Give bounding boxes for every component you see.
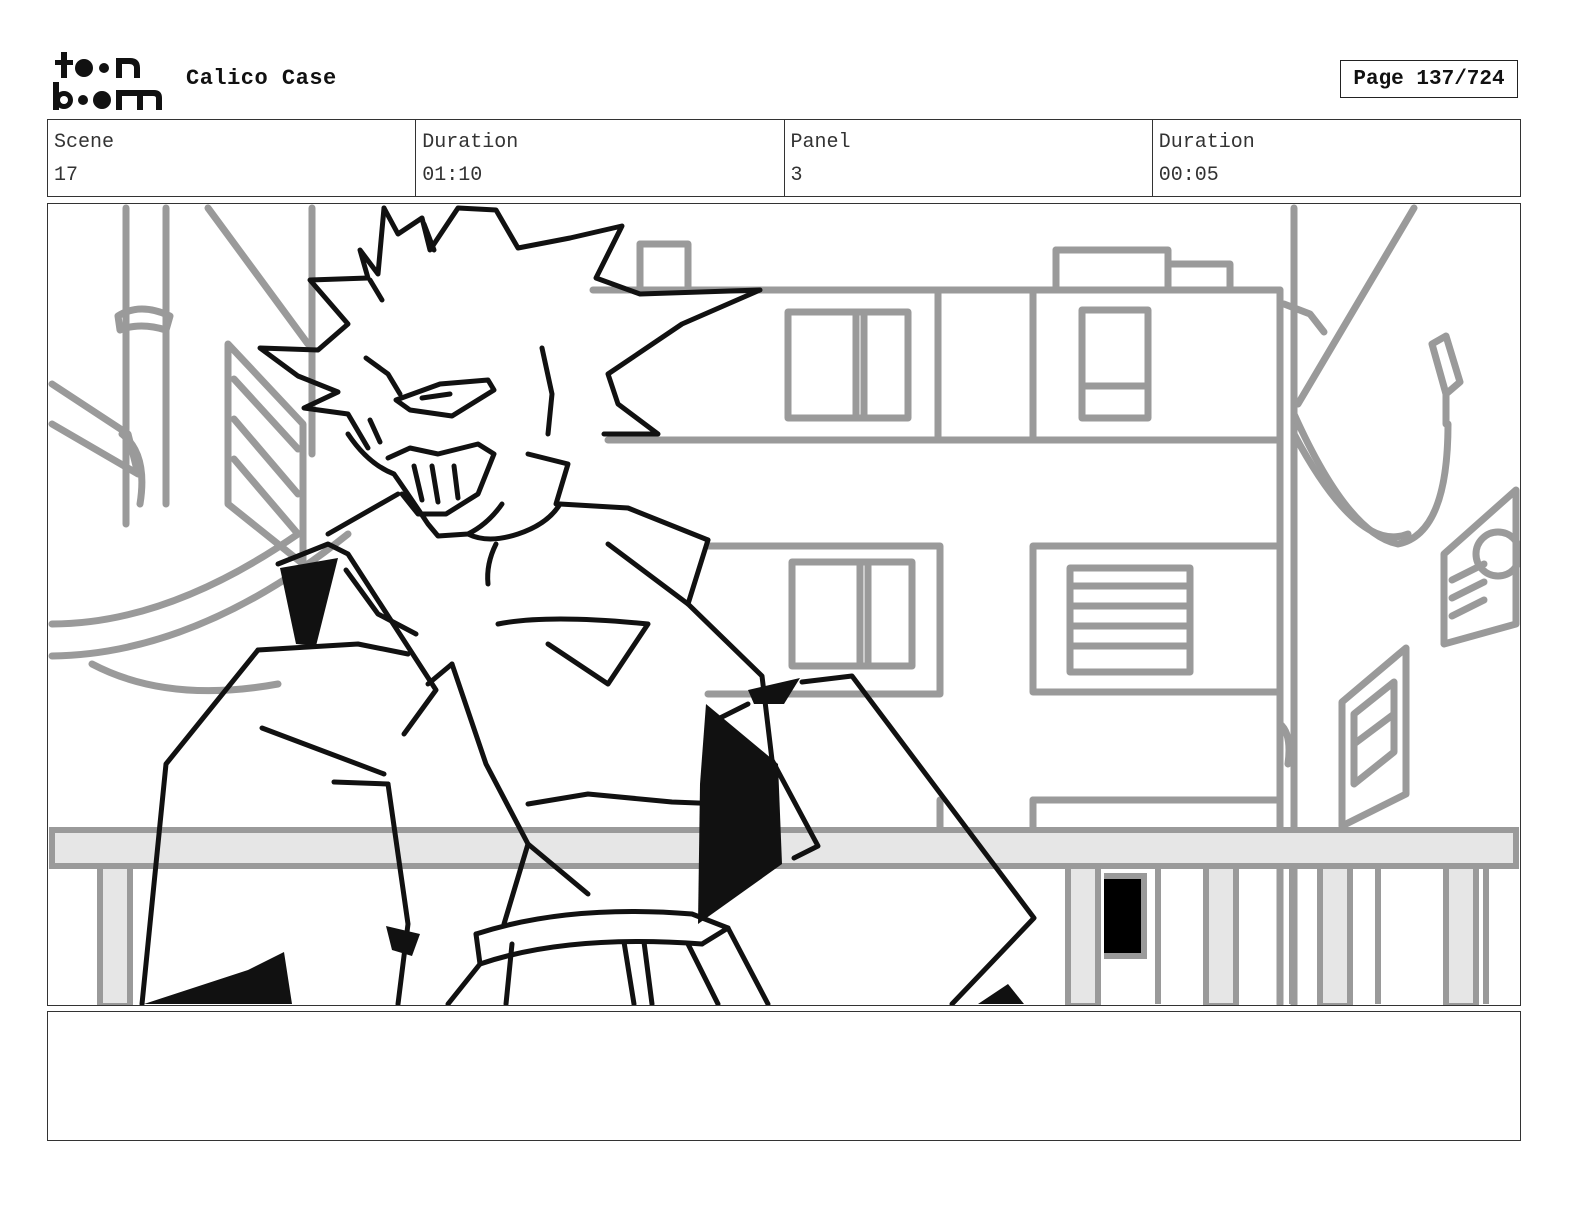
scene-value: 17 xyxy=(54,164,79,187)
storyboard-panel-image xyxy=(47,203,1521,1006)
scene-duration-value: 01:10 xyxy=(422,164,483,187)
scene-cell: Scene 17 xyxy=(48,120,417,196)
toonboom-logo xyxy=(50,50,166,112)
panel-value: 3 xyxy=(790,164,803,187)
character-sketch xyxy=(139,205,1037,1005)
scene-info-table: Scene 17 Duration 01:10 Panel 3 Duration… xyxy=(47,119,1521,197)
panel-cell: Panel 3 xyxy=(785,120,1153,196)
scene-duration-cell: Duration 01:10 xyxy=(416,120,785,196)
storyboard-sketch xyxy=(48,204,1520,1005)
panel-label: Panel xyxy=(790,131,851,154)
panel-duration-value: 00:05 xyxy=(1158,164,1219,187)
project-title: Calico Case xyxy=(186,66,337,91)
scene-label: Scene xyxy=(54,131,115,154)
page-counter: Page 137/724 xyxy=(1340,60,1518,98)
scene-duration-label: Duration xyxy=(422,131,519,154)
panel-duration-label: Duration xyxy=(1158,131,1255,154)
ink-shadows xyxy=(144,558,1024,1004)
background-buildings xyxy=(48,204,1520,1005)
panel-notes-box xyxy=(47,1011,1521,1141)
panel-duration-cell: Duration 00:05 xyxy=(1153,120,1520,196)
